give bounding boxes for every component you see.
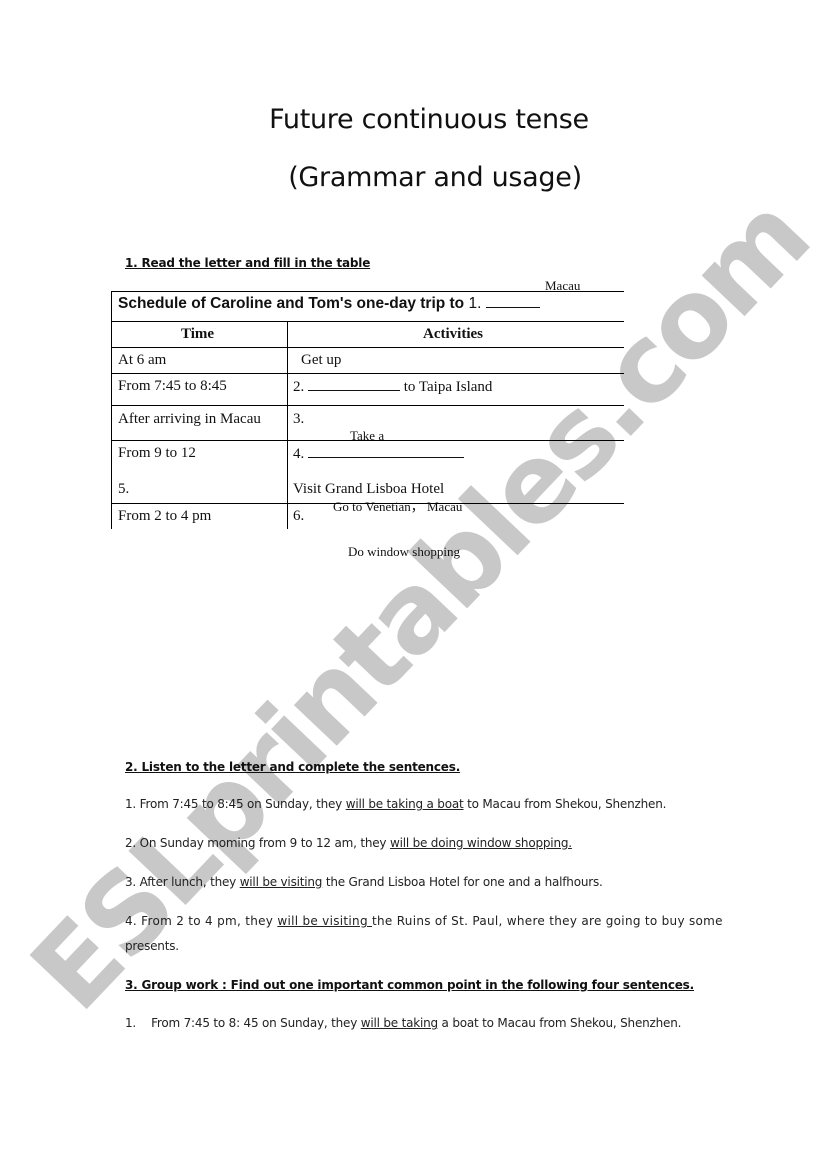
answer-2-overlay: Take a	[350, 428, 385, 443]
sentence-continuation: presents.	[125, 939, 179, 953]
page-title: Future continuous tense	[269, 104, 589, 135]
section2-heading: 2. Listen to the letter and complete the…	[125, 760, 461, 774]
page-subtitle: (Grammar and usage)	[288, 162, 582, 193]
table-row-time: At 6 am	[118, 352, 167, 368]
table-row-time: After arriving in Macau	[118, 411, 261, 427]
list-item: 1. From 7:45 to 8: 45 on Sunday, they wil…	[125, 1016, 681, 1030]
table-title: Schedule of Caroline and Tom's one-day t…	[118, 295, 540, 313]
table-row-activity: 6.	[293, 508, 305, 524]
table-column-divider	[287, 321, 288, 529]
table-row-time: From 2 to 4 pm	[118, 508, 212, 524]
sentence-text: 2. On Sunday moming from 9 to 12 am, the…	[125, 836, 390, 850]
answer-4-overlay: Do window shopping	[348, 544, 460, 559]
column-header-time: Time	[181, 326, 215, 342]
activity-number: 4.	[293, 446, 305, 462]
table-divider	[111, 405, 624, 406]
table-border-top	[111, 291, 624, 292]
answer-blank-4[interactable]	[308, 445, 464, 458]
sentence-text: 4. From 2 to 4 pm, they	[125, 914, 278, 928]
sentence-item: 1. From 7:45 to 8:45 on Sunday, they wil…	[125, 797, 666, 811]
table-row-time: From 9 to 12	[118, 445, 196, 461]
section3-heading: 3. Group work : Find out one important c…	[125, 978, 694, 992]
sentence-answer: will be visiting	[239, 875, 323, 889]
answer-blank-1[interactable]	[485, 295, 540, 308]
sentence-text: to Macau from Shekou, Shenzhen.	[463, 797, 667, 811]
section1-heading: 1. Read the letter and fill in the table	[125, 256, 371, 270]
table-row-activity: 2. to Taipa Island	[293, 378, 492, 396]
activity-suffix: to Taipa Island	[403, 379, 493, 395]
column-header-activities: Activities	[423, 326, 483, 342]
answer-blank-2[interactable]	[308, 378, 400, 391]
table-row-time: 5.	[118, 481, 130, 497]
sentence-text: 1. From 7:45 to 8:45 on Sunday, they	[125, 797, 346, 811]
sentence-answer: will be doing window shopping.	[389, 836, 572, 850]
sentence-answer: will be taking a boat	[345, 797, 464, 811]
activity-number: 2.	[293, 379, 305, 395]
table-title-blank-number: 1.	[468, 295, 482, 312]
sentence-text: From 7:45 to 8: 45 on Sunday, they	[151, 1016, 361, 1030]
sentence-answer: will be visiting	[277, 914, 372, 928]
table-divider	[111, 321, 624, 322]
table-border-left	[111, 291, 112, 529]
table-divider	[111, 347, 624, 348]
sentence-item: 4. From 2 to 4 pm, they will be visiting…	[125, 914, 723, 928]
table-row-time: From 7:45 to 8:45	[118, 378, 227, 394]
table-title-text: Schedule of Caroline and Tom's one-day t…	[118, 295, 465, 312]
table-divider	[111, 373, 624, 374]
answer-3-overlay: Go to Venetian， Macau	[333, 499, 463, 514]
sentence-text: the Ruins of St. Paul, where they are go…	[371, 914, 723, 928]
sentence-item: 2. On Sunday moming from 9 to 12 am, the…	[125, 836, 572, 850]
table-row-activity: Get up	[301, 352, 342, 368]
table-row-activity: 4.	[293, 445, 464, 463]
sentence-text: a boat to Macau from Shekou, Shenzhen.	[437, 1016, 682, 1030]
sentence-item: 3. After lunch, they will be visiting th…	[125, 875, 603, 889]
sentence-text: the Grand Lisboa Hotel for one and a hal…	[322, 875, 603, 889]
list-number: 1.	[125, 1016, 137, 1030]
sentence-answer: will be taking	[360, 1016, 438, 1030]
table-row-activity: 3.	[293, 411, 305, 427]
sentence-text: 3. After lunch, they	[125, 875, 240, 889]
